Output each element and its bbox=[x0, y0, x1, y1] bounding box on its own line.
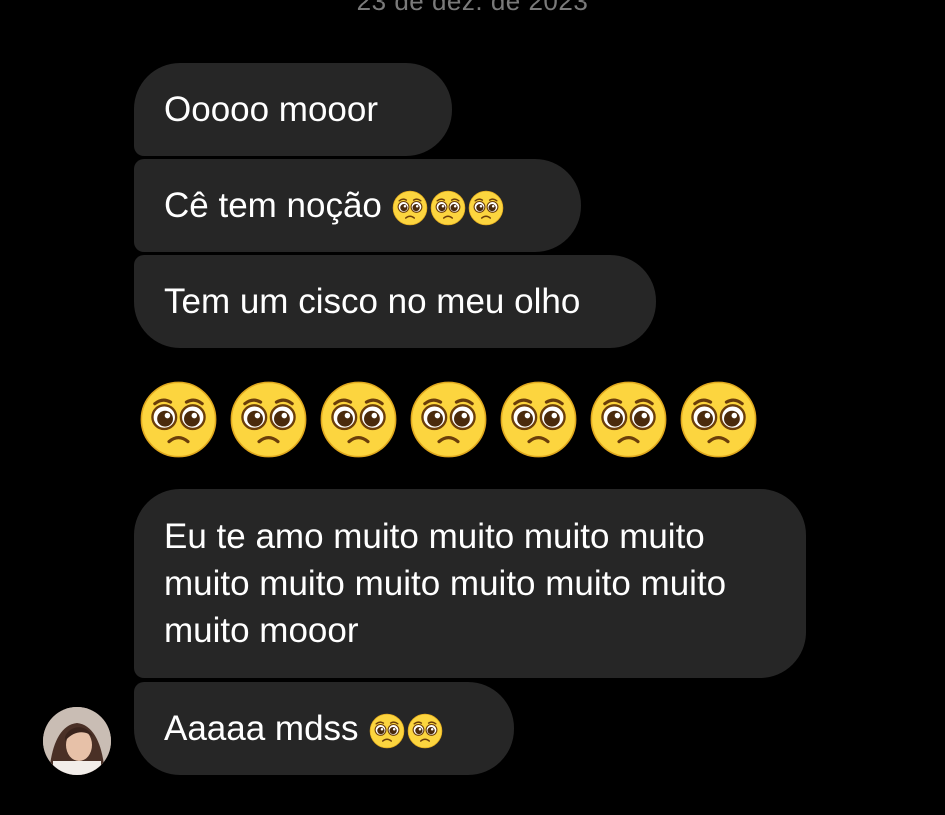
pleading-face-emoji bbox=[589, 380, 668, 459]
message-bubble[interactable]: Eu te amo muito muito muito muito muito … bbox=[134, 489, 806, 678]
pleading-face-emoji bbox=[392, 190, 428, 226]
contact-avatar[interactable] bbox=[43, 707, 111, 775]
pleading-face-emoji bbox=[468, 190, 504, 226]
emoji-group bbox=[382, 182, 504, 229]
message-bubble[interactable]: Cê tem noção bbox=[134, 159, 581, 252]
message-bubble[interactable]: Aaaaa mdss bbox=[134, 682, 514, 775]
emoji-group bbox=[359, 705, 443, 752]
pleading-face-emoji bbox=[229, 380, 308, 459]
message-bubble[interactable]: Tem um cisco no meu olho bbox=[134, 255, 656, 348]
message-text: Tem um cisco no meu olho bbox=[164, 282, 581, 321]
emoji-only-message[interactable] bbox=[139, 380, 758, 459]
message-text: Cê tem noção bbox=[164, 186, 382, 225]
message-text: Eu te amo muito muito muito muito muito … bbox=[164, 517, 727, 650]
pleading-face-emoji bbox=[369, 713, 405, 749]
pleading-face-emoji bbox=[407, 713, 443, 749]
pleading-face-emoji bbox=[430, 190, 466, 226]
message-bubble[interactable]: Ooooo mooor bbox=[134, 63, 452, 156]
pleading-face-emoji bbox=[409, 380, 488, 459]
pleading-face-emoji bbox=[499, 380, 578, 459]
date-divider: 23 de dez. de 2023 bbox=[356, 0, 589, 16]
pleading-face-emoji bbox=[139, 380, 218, 459]
message-text: Aaaaa mdss bbox=[164, 709, 359, 748]
pleading-face-emoji bbox=[679, 380, 758, 459]
pleading-face-emoji bbox=[319, 380, 398, 459]
message-text: Ooooo mooor bbox=[164, 90, 379, 129]
